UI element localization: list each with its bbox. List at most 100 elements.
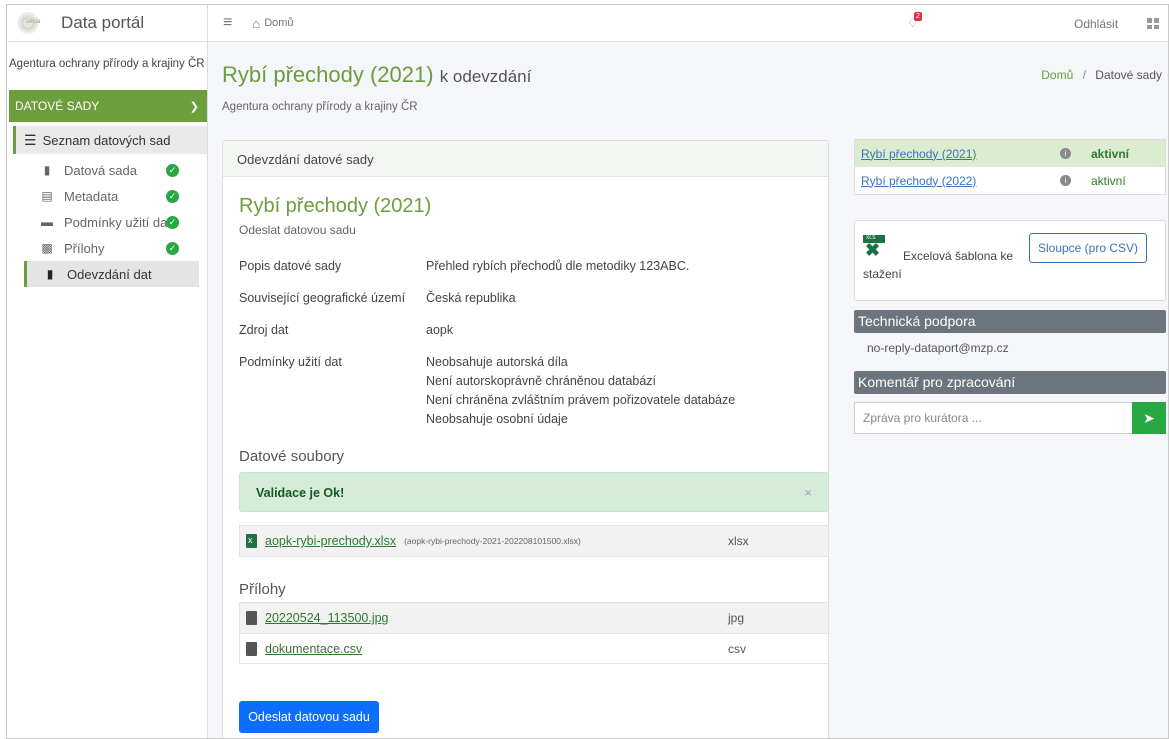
terms-item: Neobsahuje autorská díla — [426, 355, 568, 369]
dataset-link[interactable]: Rybí přechody (2022) — [861, 174, 976, 188]
support-title: Technická podpora — [854, 310, 1166, 333]
info-icon[interactable]: i — [1060, 148, 1071, 159]
page-subtitle: Agentura ochrany přírody a krajiny ČR — [222, 101, 418, 113]
file-link[interactable]: dokumentace.csv — [265, 642, 362, 656]
attachments-title: Přílohy — [239, 581, 286, 598]
sidebar-item-label: Odevzdání dat — [67, 266, 152, 282]
breadcrumb-current: Datové sady — [1095, 68, 1162, 82]
dataset-subtitle: Odeslat datovou sadu — [239, 223, 356, 237]
terms-item: Neobsahuje osobní údaje — [426, 412, 568, 426]
brand-title: Data portál — [61, 13, 145, 32]
validation-alert: Validace je Ok! × — [239, 472, 829, 512]
row-label: Zdroj dat — [239, 323, 289, 337]
dataset-title: Rybí přechody (2021) — [239, 195, 432, 217]
files-title: Datové soubory — [239, 448, 345, 465]
comment-title: Komentář pro zpracování — [854, 371, 1166, 394]
brand[interactable]: cenia Data portál — [7, 5, 207, 42]
row-value: Přehled rybích přechodů dle metodiky 123… — [426, 259, 690, 273]
sidebar-item-dataset[interactable]: ▮ Datová sada ✓ — [7, 157, 207, 183]
org-name: Agentura ochrany přírody a krajiny ČR — [9, 58, 205, 70]
send-button[interactable]: ➤ — [1132, 402, 1166, 434]
sidebar-item-label: Přílohy — [64, 240, 105, 256]
submission-card: Odevzdání datové sady Rybí přechody (202… — [222, 140, 829, 738]
csv-columns-button[interactable]: Sloupce (pro CSV) — [1029, 233, 1147, 263]
hamburger-icon[interactable]: ≡ — [223, 14, 232, 32]
sidebar-item-label: Seznam datových sad — [42, 132, 171, 148]
files-table: aopk-rybi-prechody.xlsx (aopk-rybi-prech… — [239, 525, 829, 557]
app-window: cenia Data portál Agentura ochrany příro… — [6, 4, 1169, 739]
file-ext: csv — [728, 641, 746, 656]
file-icon: ▩ — [41, 241, 53, 255]
file-ext: xlsx — [728, 534, 749, 548]
document-icon: ▤ — [41, 189, 53, 203]
table-row: aopk-rybi-prechody.xlsx (aopk-rybi-prech… — [240, 526, 828, 556]
template-box: XLS ✖ Excelová šablona ke stažení Sloupc… — [854, 220, 1166, 301]
sidebar-item-terms[interactable]: ▬ Podmínky užití dat ✓ — [7, 209, 207, 235]
sidebar-item-attachments[interactable]: ▩ Přílohy ✓ — [7, 235, 207, 261]
dataset-link[interactable]: Rybí přechody (2021) — [861, 147, 976, 161]
clipboard-check-icon: ▮ — [46, 267, 54, 281]
clipboard-icon: ▮ — [43, 163, 51, 177]
page-title-suffix: k odevzdání — [439, 67, 532, 86]
list-item: Rybí přechody (2022) i aktivní — [855, 167, 1165, 194]
logout-link[interactable]: Odhlásit — [1074, 17, 1118, 31]
home-icon[interactable]: ⌂ — [252, 16, 260, 31]
close-icon[interactable]: × — [804, 485, 812, 500]
terms-item: Není chráněna zvláštním právem pořizovat… — [426, 393, 736, 407]
breadcrumb: Domů / Datové sady — [1041, 68, 1162, 82]
paper-plane-icon: ➤ — [1143, 409, 1155, 426]
home-link[interactable]: Domů — [264, 17, 293, 29]
row-label: Související geografické území — [239, 291, 406, 305]
submit-dataset-button[interactable]: Odeslat datovou sadu — [239, 701, 379, 733]
row-label: Podmínky užití dat — [239, 355, 342, 369]
sidebar-item-metadata[interactable]: ▤ Metadata ✓ — [7, 183, 207, 209]
page-title-text: Rybí přechody (2021) — [222, 62, 434, 87]
briefcase-icon: ▬ — [41, 215, 53, 229]
menu-datasets[interactable]: DATOVÉ SADY ❯ — [9, 90, 207, 122]
file-original-name: (aopk-rybi-prechody-2021-202208101500.xl… — [404, 536, 581, 546]
support-email[interactable]: no-reply-dataport@mzp.cz — [854, 341, 1166, 355]
file-link[interactable]: aopk-rybi-prechody.xlsx — [265, 534, 396, 548]
dataset-status-list: Rybí přechody (2021) i aktivní Rybí přec… — [854, 139, 1166, 195]
csv-file-icon — [246, 641, 257, 656]
excel-file-icon — [246, 534, 257, 548]
breadcrumb-home[interactable]: Domů — [1041, 68, 1073, 82]
image-file-icon — [246, 611, 257, 625]
file-link[interactable]: 20220524_113500.jpg — [265, 611, 389, 625]
check-circle-icon: ✓ — [166, 164, 179, 177]
page-title: Rybí přechody (2021) k odevzdání — [222, 62, 531, 88]
check-circle-icon: ✓ — [166, 190, 179, 203]
apps-grid-icon[interactable] — [1147, 18, 1159, 29]
comment-form: ➤ — [854, 402, 1166, 434]
sidebar-item-label: Metadata — [64, 188, 119, 204]
row-value: aopk — [426, 323, 454, 337]
list-item: Rybí přechody (2021) i aktivní — [855, 140, 1165, 167]
terms-list: Neobsahuje autorská díla Není autorskopr… — [426, 353, 735, 429]
notification-badge: 2 — [914, 12, 922, 21]
info-icon[interactable]: i — [1060, 175, 1071, 186]
sidebar-item-label: Datová sada — [64, 162, 137, 178]
chevron-down-icon: ❯ — [189, 100, 199, 113]
sidebar-item-label: Podmínky užití dat — [64, 214, 171, 230]
row-value: Česká republika — [426, 291, 516, 305]
sidebar: cenia Data portál Agentura ochrany příro… — [7, 5, 208, 738]
sidebar-item-dataset-list[interactable]: ☰ Seznam datových sad — [13, 126, 207, 154]
status-badge: aktivní — [1091, 146, 1130, 161]
list-icon: ☰ — [24, 131, 37, 148]
file-ext: jpg — [728, 611, 745, 625]
table-row: dokumentace.csv csv — [240, 633, 828, 663]
logo-sub: cenia — [26, 19, 41, 25]
attachments-table: 20220524_113500.jpg jpg dokumentace.csv … — [239, 602, 829, 664]
check-circle-icon: ✓ — [166, 216, 179, 229]
alert-text: Validace je Ok! — [256, 486, 345, 500]
status-badge: aktivní — [1091, 173, 1126, 188]
menu-datasets-label: DATOVÉ SADY — [15, 99, 100, 113]
topbar: ≡ ⌂ Domů ♢ 2 Odhlásit — [208, 5, 1168, 42]
sidebar-item-submission[interactable]: ▮ Odevzdání dat — [24, 261, 199, 287]
check-circle-icon: ✓ — [166, 242, 179, 255]
breadcrumb-separator: / — [1082, 68, 1086, 82]
comment-input[interactable] — [854, 402, 1132, 434]
row-label: Popis datové sady — [239, 259, 342, 273]
excel-template-link[interactable]: Excelová šablona ke stažení — [863, 247, 1023, 283]
table-row: 20220524_113500.jpg jpg — [240, 603, 828, 633]
